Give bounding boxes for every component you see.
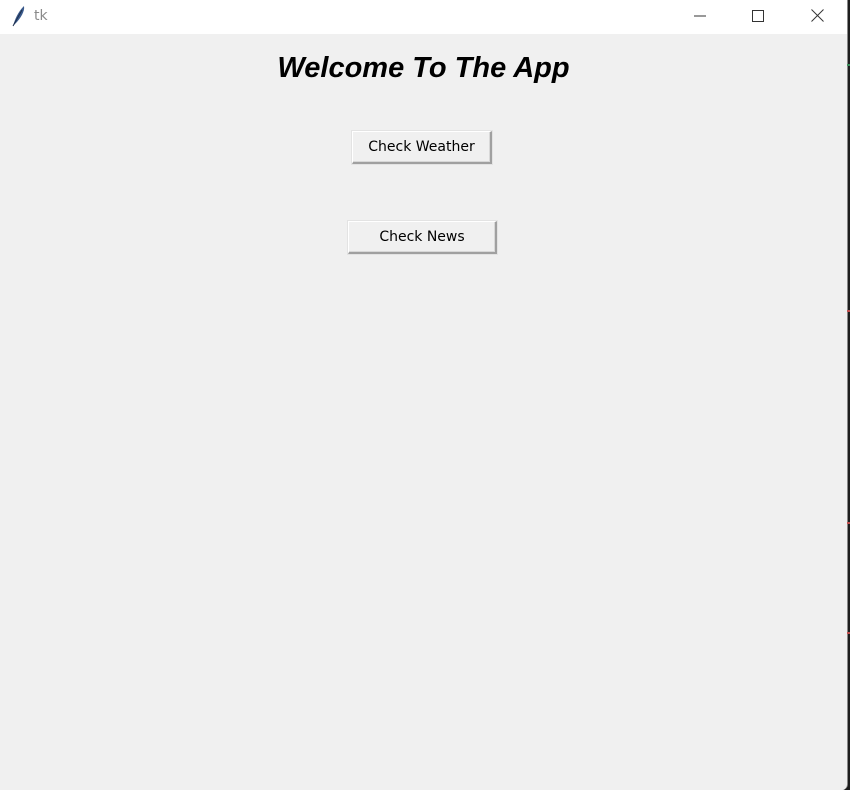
app-window: tk Welcome To The App Check Weather Chec… <box>0 0 848 790</box>
feather-icon <box>10 5 28 27</box>
check-news-button[interactable]: Check News <box>348 221 497 254</box>
close-icon <box>810 7 824 26</box>
title-bar[interactable]: tk <box>0 0 847 34</box>
maximize-icon <box>752 7 764 26</box>
client-area: Welcome To The App Check Weather Check N… <box>0 34 847 790</box>
close-button[interactable] <box>788 0 846 32</box>
minimize-button[interactable] <box>671 0 729 32</box>
window-title: tk <box>34 8 48 24</box>
welcome-heading: Welcome To The App <box>277 52 570 84</box>
check-weather-button[interactable]: Check Weather <box>352 131 492 164</box>
minimize-icon <box>694 7 706 26</box>
maximize-button[interactable] <box>729 0 787 32</box>
